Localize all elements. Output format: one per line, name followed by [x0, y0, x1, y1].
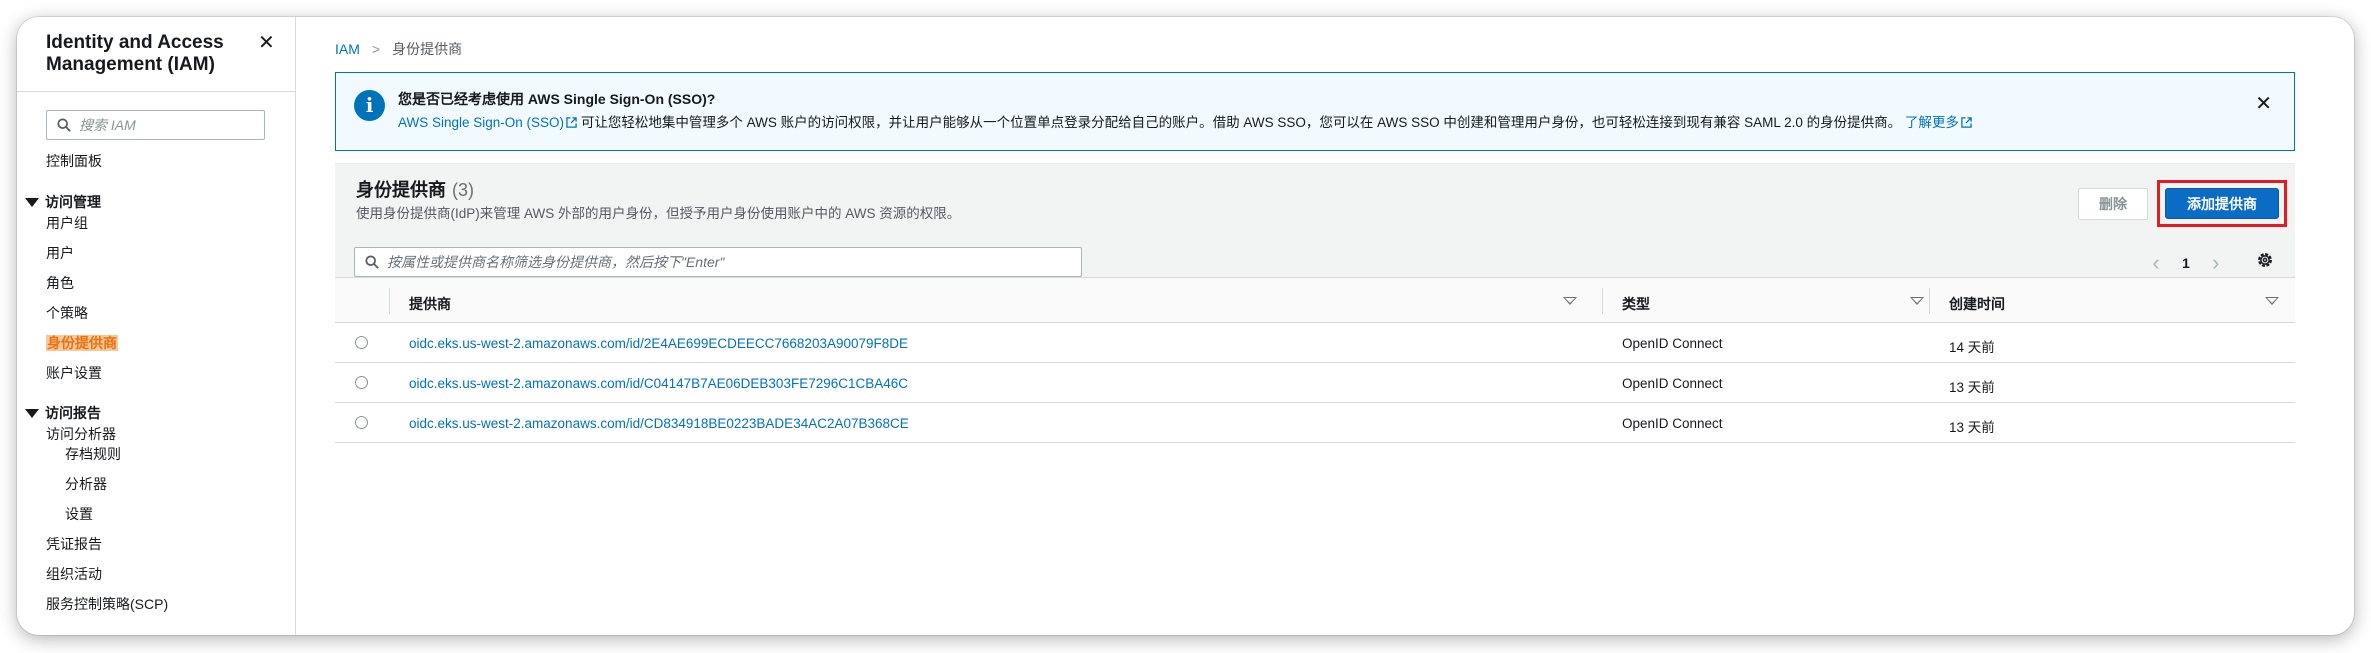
sso-info-banner: i 您是否已经考虑使用 AWS Single Sign-On (SSO)? AW…	[335, 72, 2295, 151]
search-icon	[57, 118, 71, 132]
banner-title: 您是否已经考虑使用 AWS Single Sign-On (SSO)?	[398, 91, 716, 107]
sidebar-item-credential-report[interactable]: 凭证报告	[46, 534, 102, 554]
provider-link[interactable]: oidc.eks.us-west-2.amazonaws.com/id/CD83…	[409, 416, 909, 431]
gear-icon[interactable]	[2256, 251, 2274, 269]
panel-title: 身份提供商 (3)	[356, 176, 474, 202]
search-icon	[365, 255, 379, 269]
caret-down-icon	[25, 197, 39, 207]
row-radio[interactable]	[355, 376, 368, 389]
sidebar-item-dashboard[interactable]: 控制面板	[46, 151, 102, 171]
panel-description: 使用身份提供商(IdP)来管理 AWS 外部的用户身份，但授予用户身份使用账户中…	[356, 206, 961, 221]
caret-down-icon	[25, 408, 39, 418]
learn-more-link[interactable]: 了解更多	[1905, 115, 1972, 130]
sidebar-item-analyzer-settings[interactable]: 设置	[65, 504, 93, 524]
provider-link[interactable]: oidc.eks.us-west-2.amazonaws.com/id/2E4A…	[409, 336, 908, 351]
sidebar-item-scp[interactable]: 服务控制策略(SCP)	[46, 594, 168, 614]
column-type[interactable]: 类型	[1622, 294, 1650, 314]
provider-type: OpenID Connect	[1622, 336, 1723, 351]
column-divider	[389, 288, 390, 314]
table-row[interactable]: oidc.eks.us-west-2.amazonaws.com/id/2E4A…	[335, 323, 2295, 363]
column-divider	[1929, 288, 1930, 314]
main-content: IAM > 身份提供商 i 您是否已经考虑使用 AWS Single Sign-…	[296, 17, 2354, 635]
app-window: Identity and Access Management (IAM) ✕ 控…	[17, 17, 2354, 635]
provider-link[interactable]: oidc.eks.us-west-2.amazonaws.com/id/C041…	[409, 376, 908, 391]
sidebar: Identity and Access Management (IAM) ✕ 控…	[17, 17, 296, 635]
sidebar-search[interactable]	[46, 110, 265, 140]
filter-input[interactable]	[387, 254, 1067, 270]
sidebar-item-policies[interactable]: 个策略	[46, 303, 88, 323]
sidebar-item-archive-rules[interactable]: 存档规则	[65, 444, 121, 464]
created-time: 14 天前	[1949, 340, 1995, 355]
sidebar-item-roles[interactable]: 角色	[46, 273, 74, 293]
sidebar-search-input[interactable]	[79, 117, 259, 133]
sidebar-divider	[17, 91, 296, 92]
sidebar-item-analyzers[interactable]: 分析器	[65, 474, 107, 494]
learn-more-label: 了解更多	[1904, 115, 1959, 130]
provider-type: OpenID Connect	[1622, 416, 1723, 431]
sidebar-item-user-groups[interactable]: 用户组	[46, 213, 88, 233]
created-time: 13 天前	[1949, 420, 1995, 435]
close-icon[interactable]: ✕	[2255, 91, 2272, 116]
panel-header: 身份提供商 (3) 使用身份提供商(IdP)来管理 AWS 外部的用户身份，但授予…	[335, 163, 2295, 277]
provider-type: OpenID Connect	[1622, 376, 1723, 391]
row-radio[interactable]	[355, 416, 368, 429]
row-radio[interactable]	[355, 336, 368, 349]
delete-button[interactable]: 删除	[2078, 188, 2148, 220]
banner-text: 可让您轻松地集中管理多个 AWS 账户的访问权限，并让用户能够从一个位置单点登录…	[580, 115, 1902, 130]
sidebar-item-users[interactable]: 用户	[46, 243, 74, 263]
close-icon[interactable]: ✕	[258, 30, 275, 55]
sso-link[interactable]: AWS Single Sign-On (SSO)	[398, 115, 577, 130]
add-provider-button[interactable]: 添加提供商	[2165, 188, 2279, 219]
sidebar-section-access-reports[interactable]: 访问报告	[25, 403, 101, 423]
table-header: 提供商 类型 创建时间	[335, 277, 2295, 323]
column-created[interactable]: 创建时间	[1949, 294, 2005, 314]
breadcrumb: IAM > 身份提供商	[335, 39, 462, 59]
table-row[interactable]: oidc.eks.us-west-2.amazonaws.com/id/C041…	[335, 363, 2295, 403]
sort-icon[interactable]	[1563, 297, 1577, 305]
sidebar-item-access-analyzer[interactable]: 访问分析器	[46, 424, 116, 444]
chevron-left-icon[interactable]: ‹	[2146, 250, 2166, 276]
sidebar-item-label: 身份提供商	[46, 335, 118, 351]
sidebar-title: Identity and Access Management (IAM)	[46, 32, 224, 75]
table-row[interactable]: oidc.eks.us-west-2.amazonaws.com/id/CD83…	[335, 403, 2295, 443]
banner-body: AWS Single Sign-On (SSO) 可让您轻松地集中管理多个 AW…	[398, 111, 1972, 131]
sso-link-label: AWS Single Sign-On (SSO)	[398, 115, 565, 130]
chevron-right-icon[interactable]: ›	[2206, 250, 2226, 276]
chevron-right-icon: >	[371, 41, 381, 57]
info-icon: i	[354, 90, 385, 121]
external-link-icon	[1961, 117, 1972, 128]
pagination: ‹ 1 ›	[2146, 250, 2226, 276]
provider-count: (3)	[452, 180, 474, 200]
sidebar-item-organization-activity[interactable]: 组织活动	[46, 564, 102, 584]
sidebar-item-identity-providers[interactable]: 身份提供商	[46, 333, 118, 353]
section-label: 访问报告	[45, 405, 101, 421]
breadcrumb-iam[interactable]: IAM	[335, 41, 360, 57]
highlight-box: 添加提供商	[2157, 180, 2287, 227]
breadcrumb-current: 身份提供商	[392, 41, 463, 57]
identity-providers-panel: 身份提供商 (3) 使用身份提供商(IdP)来管理 AWS 外部的用户身份，但授予…	[335, 163, 2295, 463]
column-divider	[1602, 288, 1603, 314]
sort-icon[interactable]	[2265, 297, 2279, 305]
section-label: 访问管理	[45, 194, 101, 210]
table-filter[interactable]	[354, 247, 1082, 277]
sort-icon[interactable]	[1910, 297, 1924, 305]
page-number[interactable]: 1	[2182, 255, 2190, 271]
created-time: 13 天前	[1949, 380, 1995, 395]
sidebar-item-account-settings[interactable]: 账户设置	[46, 363, 102, 383]
external-link-icon	[566, 117, 577, 128]
column-provider[interactable]: 提供商	[409, 294, 451, 314]
sidebar-section-access-management[interactable]: 访问管理	[25, 192, 101, 212]
panel-title-text: 身份提供商	[356, 180, 446, 200]
